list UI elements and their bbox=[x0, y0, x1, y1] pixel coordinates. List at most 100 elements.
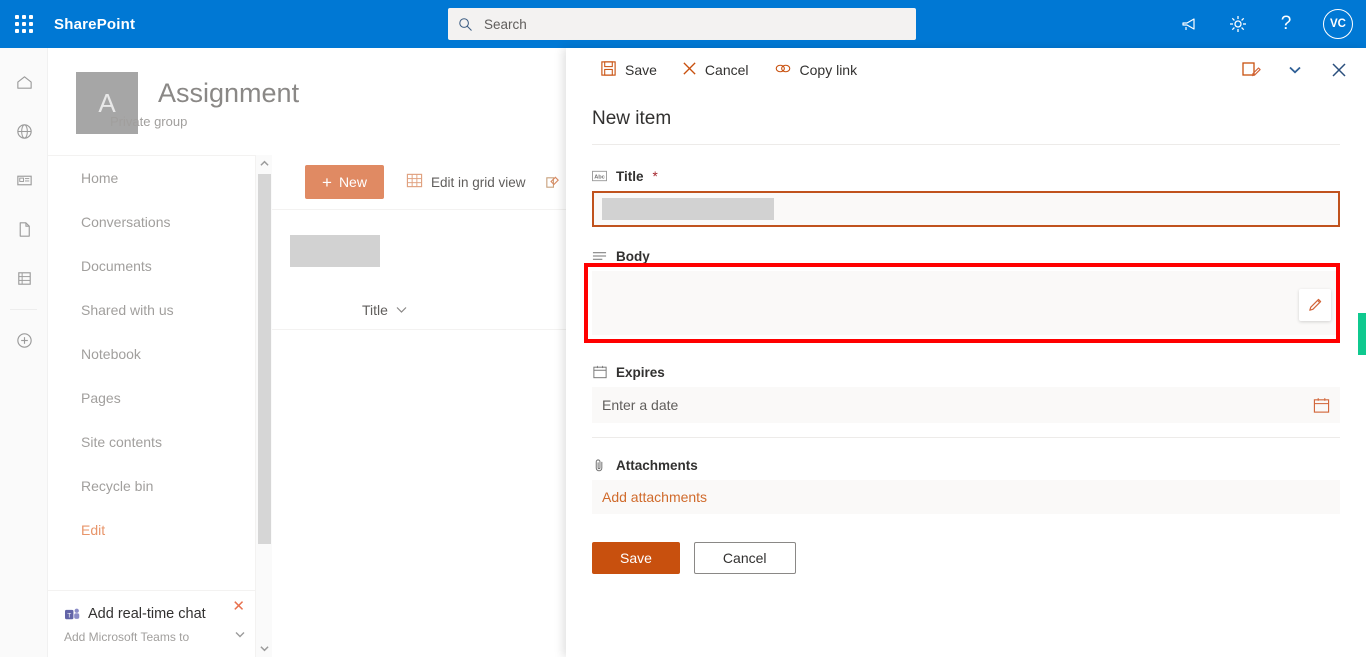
field-title-label: Abc Title * bbox=[592, 167, 1340, 185]
nav-scrollbar[interactable] bbox=[255, 155, 272, 657]
left-navigation: Home Conversations Documents Shared with… bbox=[48, 155, 255, 590]
teams-icon: T bbox=[64, 607, 81, 622]
field-attachments: Attachments Add attachments bbox=[592, 456, 1340, 514]
field-title: Abc Title * bbox=[592, 167, 1340, 227]
nav-item-documents[interactable]: Documents bbox=[48, 244, 255, 288]
brand-sharepoint[interactable]: SharePoint bbox=[48, 16, 135, 33]
expires-placeholder: Enter a date bbox=[602, 397, 679, 413]
left-icon-rail bbox=[0, 48, 48, 657]
help-glyph: ? bbox=[1280, 13, 1292, 34]
news-icon[interactable] bbox=[0, 156, 48, 205]
nav-item-home[interactable]: Home bbox=[48, 156, 255, 200]
search-input[interactable] bbox=[482, 9, 902, 39]
panel-cancel-label: Cancel bbox=[704, 62, 749, 78]
suite-header: SharePoint ? VC bbox=[0, 0, 1366, 48]
close-icon bbox=[682, 61, 697, 79]
help-icon[interactable]: ? bbox=[1262, 0, 1310, 48]
field-body: Body bbox=[584, 247, 1340, 343]
rail-divider bbox=[10, 309, 37, 310]
chevron-down-icon[interactable] bbox=[235, 625, 245, 643]
share-icon[interactable] bbox=[544, 174, 561, 191]
chevron-down-icon[interactable] bbox=[1280, 55, 1310, 85]
panel-heading: New item bbox=[592, 108, 672, 129]
list-content-area: + New Edit in grid view Title bbox=[272, 155, 566, 657]
field-body-label: Body bbox=[592, 247, 1340, 265]
panel-copy-link-label: Copy link bbox=[799, 62, 858, 78]
save-button[interactable]: Save bbox=[592, 542, 680, 574]
column-header-title[interactable]: Title bbox=[272, 290, 566, 330]
plus-circle-icon[interactable] bbox=[0, 316, 48, 365]
panel-save-label: Save bbox=[625, 62, 657, 78]
panel-save-command[interactable]: Save bbox=[600, 60, 657, 80]
field-expires: Expires Enter a date bbox=[592, 363, 1340, 423]
svg-text:T: T bbox=[67, 612, 71, 619]
attachments-row: Add attachments bbox=[592, 480, 1340, 514]
body-input[interactable] bbox=[592, 271, 1340, 335]
nav-item-notebook[interactable]: Notebook bbox=[48, 332, 255, 376]
panel-close-icon[interactable] bbox=[1324, 55, 1354, 85]
save-disk-icon bbox=[600, 60, 617, 80]
plus-icon: + bbox=[322, 172, 332, 192]
gear-icon[interactable] bbox=[1214, 0, 1262, 48]
edit-in-grid-view-button[interactable]: Edit in grid view bbox=[406, 172, 526, 192]
cancel-button[interactable]: Cancel bbox=[693, 542, 796, 574]
nav-item-recycle-bin[interactable]: Recycle bin bbox=[48, 464, 255, 508]
body-field-wrapper bbox=[584, 263, 1340, 343]
avatar[interactable]: VC bbox=[1310, 0, 1366, 48]
search-box[interactable] bbox=[448, 8, 916, 40]
column-header-label: Title bbox=[362, 301, 388, 318]
teams-promo-title: T Add real-time chat bbox=[64, 606, 206, 622]
lists-icon[interactable] bbox=[0, 254, 48, 303]
site-header: A Assignment bbox=[48, 48, 566, 155]
new-button[interactable]: + New bbox=[305, 165, 384, 199]
nav-item-conversations[interactable]: Conversations bbox=[48, 200, 255, 244]
sharepoint-page: SharePoint ? VC bbox=[0, 0, 1366, 657]
list-command-bar: + New Edit in grid view bbox=[272, 155, 566, 210]
nav-item-edit[interactable]: Edit bbox=[48, 508, 255, 552]
title-redacted-value bbox=[602, 198, 774, 220]
scrollbar-thumb[interactable] bbox=[258, 174, 271, 544]
panel-copy-link-command[interactable]: Copy link bbox=[774, 61, 858, 79]
form-divider bbox=[592, 437, 1340, 438]
home-icon[interactable] bbox=[0, 58, 48, 107]
edit-form-icon[interactable] bbox=[1236, 55, 1266, 85]
grid-icon bbox=[406, 172, 423, 192]
panel-cancel-command[interactable]: Cancel bbox=[682, 61, 749, 79]
site-title[interactable]: Assignment bbox=[158, 78, 299, 109]
field-title-label-text: Title bbox=[616, 168, 644, 184]
new-button-label: New bbox=[338, 174, 367, 190]
field-attachments-label: Attachments bbox=[592, 456, 1340, 474]
redacted-block bbox=[290, 235, 380, 267]
avatar-initials: VC bbox=[1323, 9, 1353, 39]
nav-item-site-contents[interactable]: Site contents bbox=[48, 420, 255, 464]
globe-icon[interactable] bbox=[0, 107, 48, 156]
chevron-down-icon[interactable] bbox=[396, 306, 407, 314]
teams-promo-card: ✕ T Add real-time chat Add Microsoft Tea… bbox=[48, 590, 255, 657]
form-button-row: Save Cancel bbox=[592, 542, 1340, 574]
scroll-up-arrow[interactable] bbox=[256, 155, 273, 172]
site-subtitle: Private group bbox=[110, 114, 188, 129]
nav-item-shared-with-us[interactable]: Shared with us bbox=[48, 288, 255, 332]
nav-item-pages[interactable]: Pages bbox=[48, 376, 255, 420]
field-attachments-label-text: Attachments bbox=[616, 457, 698, 473]
new-item-form: Abc Title * Body Expires Enter a date At… bbox=[566, 145, 1366, 574]
field-expires-label: Expires bbox=[592, 363, 1340, 381]
app-launcher-icon[interactable] bbox=[0, 0, 48, 48]
teams-promo-title-text: Add real-time chat bbox=[88, 606, 206, 622]
add-attachments-link[interactable]: Add attachments bbox=[602, 489, 707, 505]
multiline-text-icon bbox=[592, 249, 607, 264]
title-input[interactable] bbox=[592, 191, 1340, 227]
required-marker: * bbox=[652, 168, 658, 184]
megaphone-icon[interactable] bbox=[1166, 0, 1214, 48]
field-body-label-text: Body bbox=[616, 248, 650, 264]
link-icon bbox=[774, 61, 792, 79]
calendar-picker-icon[interactable] bbox=[1313, 397, 1330, 414]
pencil-icon[interactable] bbox=[1299, 289, 1331, 321]
paperclip-icon bbox=[592, 458, 607, 473]
feedback-tab[interactable] bbox=[1358, 313, 1366, 355]
document-icon[interactable] bbox=[0, 205, 48, 254]
close-icon[interactable]: ✕ bbox=[232, 597, 245, 615]
svg-text:Abc: Abc bbox=[594, 174, 605, 180]
scroll-down-arrow[interactable] bbox=[256, 640, 273, 657]
expires-date-input[interactable]: Enter a date bbox=[592, 387, 1340, 423]
